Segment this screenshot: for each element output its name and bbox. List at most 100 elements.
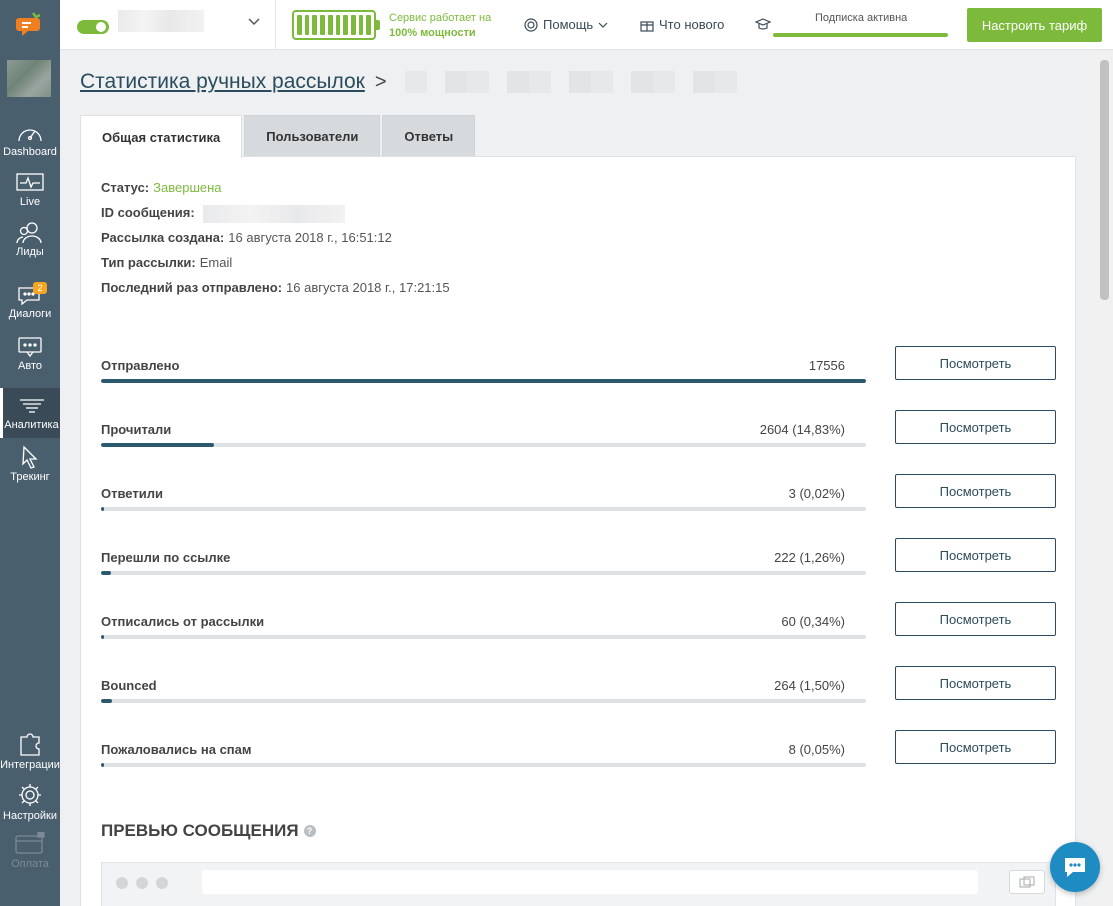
sidebar-item-integrations[interactable]: Интеграции	[0, 729, 60, 771]
sidebar-item-auto[interactable]: Авто	[0, 336, 60, 372]
view-button[interactable]: Посмотреть	[895, 602, 1056, 636]
stat-value: 222 (1,26%)	[774, 550, 845, 565]
stat-progress-track	[101, 443, 866, 447]
whats-new-link[interactable]: Что нового	[640, 17, 724, 32]
copy-icon	[1019, 876, 1035, 888]
view-button[interactable]: Посмотреть	[895, 474, 1056, 508]
top-bar: Сервис работает на 100% мощности Помощь …	[60, 0, 1113, 50]
pulse-icon	[16, 173, 44, 191]
breadcrumb-link[interactable]: Статистика ручных рассылок	[80, 70, 365, 94]
scrollbar-thumb[interactable]	[1100, 60, 1109, 300]
scrollbar[interactable]	[1096, 50, 1113, 906]
stat-row: Ответили 3 (0,02%) Посмотреть	[101, 474, 1056, 520]
graduation-cap-icon	[755, 18, 771, 30]
sidebar-item-leads[interactable]: Лиды	[0, 222, 60, 258]
stat-row: Пожаловались на спам 8 (0,05%) Посмотреть	[101, 730, 1056, 776]
carrot-logo-icon	[16, 12, 41, 36]
copy-button[interactable]	[1009, 870, 1045, 894]
stat-progress-fill	[101, 443, 215, 447]
tab-bar: Общая статистика Пользователи Ответы	[80, 115, 477, 158]
message-id-row: ID сообщения:	[101, 205, 450, 230]
preview-title: ПРЕВЬЮ СООБЩЕНИЯ ?	[101, 821, 316, 841]
view-button[interactable]: Посмотреть	[895, 666, 1056, 700]
stat-label: Прочитали	[101, 422, 172, 437]
stat-row: Прочитали 2604 (14,83%) Посмотреть	[101, 410, 1056, 456]
stat-label: Bounced	[101, 678, 157, 693]
stat-row: Перешли по ссылке 222 (1,26%) Посмотреть	[101, 538, 1056, 584]
stat-progress-track	[101, 379, 866, 383]
view-button[interactable]: Посмотреть	[895, 410, 1056, 444]
sidebar-item-settings[interactable]: Настройки	[0, 782, 60, 822]
stat-progress-track	[101, 571, 866, 575]
view-button[interactable]: Посмотреть	[895, 346, 1056, 380]
gear-icon	[19, 784, 41, 806]
stat-progress-fill	[101, 507, 105, 511]
view-button[interactable]: Посмотреть	[895, 730, 1056, 764]
stat-row: Отписались от рассылки 60 (0,34%) Посмотре…	[101, 602, 1056, 648]
service-status: Сервис работает на 100% мощности	[389, 12, 492, 39]
last-sent-row: Последний раз отправлено: 16 августа 201…	[101, 280, 450, 295]
help-icon[interactable]: ?	[303, 825, 316, 837]
divider	[275, 0, 276, 50]
chat-widget-button[interactable]	[1050, 842, 1100, 892]
preview-frame	[101, 862, 1056, 906]
stat-value: 264 (1,50%)	[774, 678, 845, 693]
stat-row: Отправлено 17556 Посмотреть	[101, 346, 1056, 392]
breadcrumb-current	[404, 71, 750, 93]
configure-plan-button[interactable]: Настроить тариф	[967, 8, 1102, 42]
sidebar-item-analytics[interactable]: Аналитика	[0, 388, 60, 438]
stat-progress-fill	[101, 699, 113, 703]
avatar[interactable]	[7, 60, 51, 97]
sidebar-item-dialogs[interactable]: 2 Диалоги	[0, 282, 60, 320]
stat-value: 2604 (14,83%)	[759, 422, 845, 437]
stat-label: Отписались от рассылки	[101, 614, 265, 629]
window-dots	[116, 877, 168, 889]
stat-value: 17556	[808, 358, 845, 373]
stat-progress-fill	[101, 763, 105, 767]
tab-replies[interactable]: Ответы	[382, 115, 476, 157]
stat-row: Bounced 264 (1,50%) Посмотреть	[101, 666, 1056, 712]
cursor-icon	[22, 445, 38, 469]
stats-panel: Статус: Завершена ID сообщения: Рассылка…	[80, 156, 1076, 906]
help-menu[interactable]: Помощь	[524, 17, 608, 32]
stat-progress-fill	[101, 379, 866, 383]
speedometer-icon	[18, 129, 42, 142]
analytics-icon	[19, 399, 44, 413]
battery-icon	[292, 10, 380, 40]
stat-value: 3 (0,02%)	[788, 486, 845, 501]
sidebar-item-dashboard[interactable]: Dashboard	[0, 122, 60, 158]
card-icon	[15, 832, 45, 854]
chevron-down-icon	[598, 22, 608, 28]
site-toggle[interactable]	[77, 20, 109, 34]
stat-label: Пожаловались на спам	[101, 742, 252, 757]
gift-icon	[640, 20, 654, 32]
breadcrumb-separator: >	[374, 70, 387, 93]
sidebar-item-payment[interactable]: Оплата	[0, 832, 60, 870]
stat-progress-fill	[101, 571, 111, 575]
type-row: Тип рассылки: Email	[101, 255, 233, 270]
view-button[interactable]: Посмотреть	[895, 538, 1056, 572]
stat-value: 8 (0,05%)	[788, 742, 845, 757]
stat-label: Отправлено	[101, 358, 180, 373]
sidebar-item-live[interactable]: Live	[0, 172, 60, 208]
stat-value: 60 (0,34%)	[781, 614, 845, 629]
chevron-down-icon[interactable]	[248, 18, 260, 26]
app-logo[interactable]	[0, 0, 60, 50]
stat-progress-track	[101, 635, 866, 639]
tab-general-stats[interactable]: Общая статистика	[80, 115, 243, 158]
stat-progress-track	[101, 507, 866, 511]
stat-label: Ответили	[101, 486, 163, 501]
stat-progress-track	[101, 699, 866, 703]
dialogs-badge: 2	[33, 282, 47, 294]
breadcrumb: Статистика ручных рассылок >	[80, 70, 750, 94]
info-block: Статус: Завершена ID сообщения: Рассылка…	[101, 180, 450, 305]
auto-message-icon	[18, 337, 42, 358]
stat-label: Перешли по ссылке	[101, 550, 231, 565]
users-icon	[16, 222, 42, 244]
created-row: Рассылка создана: 16 августа 2018 г., 16…	[101, 230, 392, 245]
sidebar-item-tracking[interactable]: Трекинг	[0, 445, 60, 483]
tab-users[interactable]: Пользователи	[244, 115, 381, 157]
site-selector[interactable]	[118, 10, 204, 32]
chat-bubble-icon	[1065, 858, 1085, 877]
status-value: Завершена	[153, 180, 222, 195]
